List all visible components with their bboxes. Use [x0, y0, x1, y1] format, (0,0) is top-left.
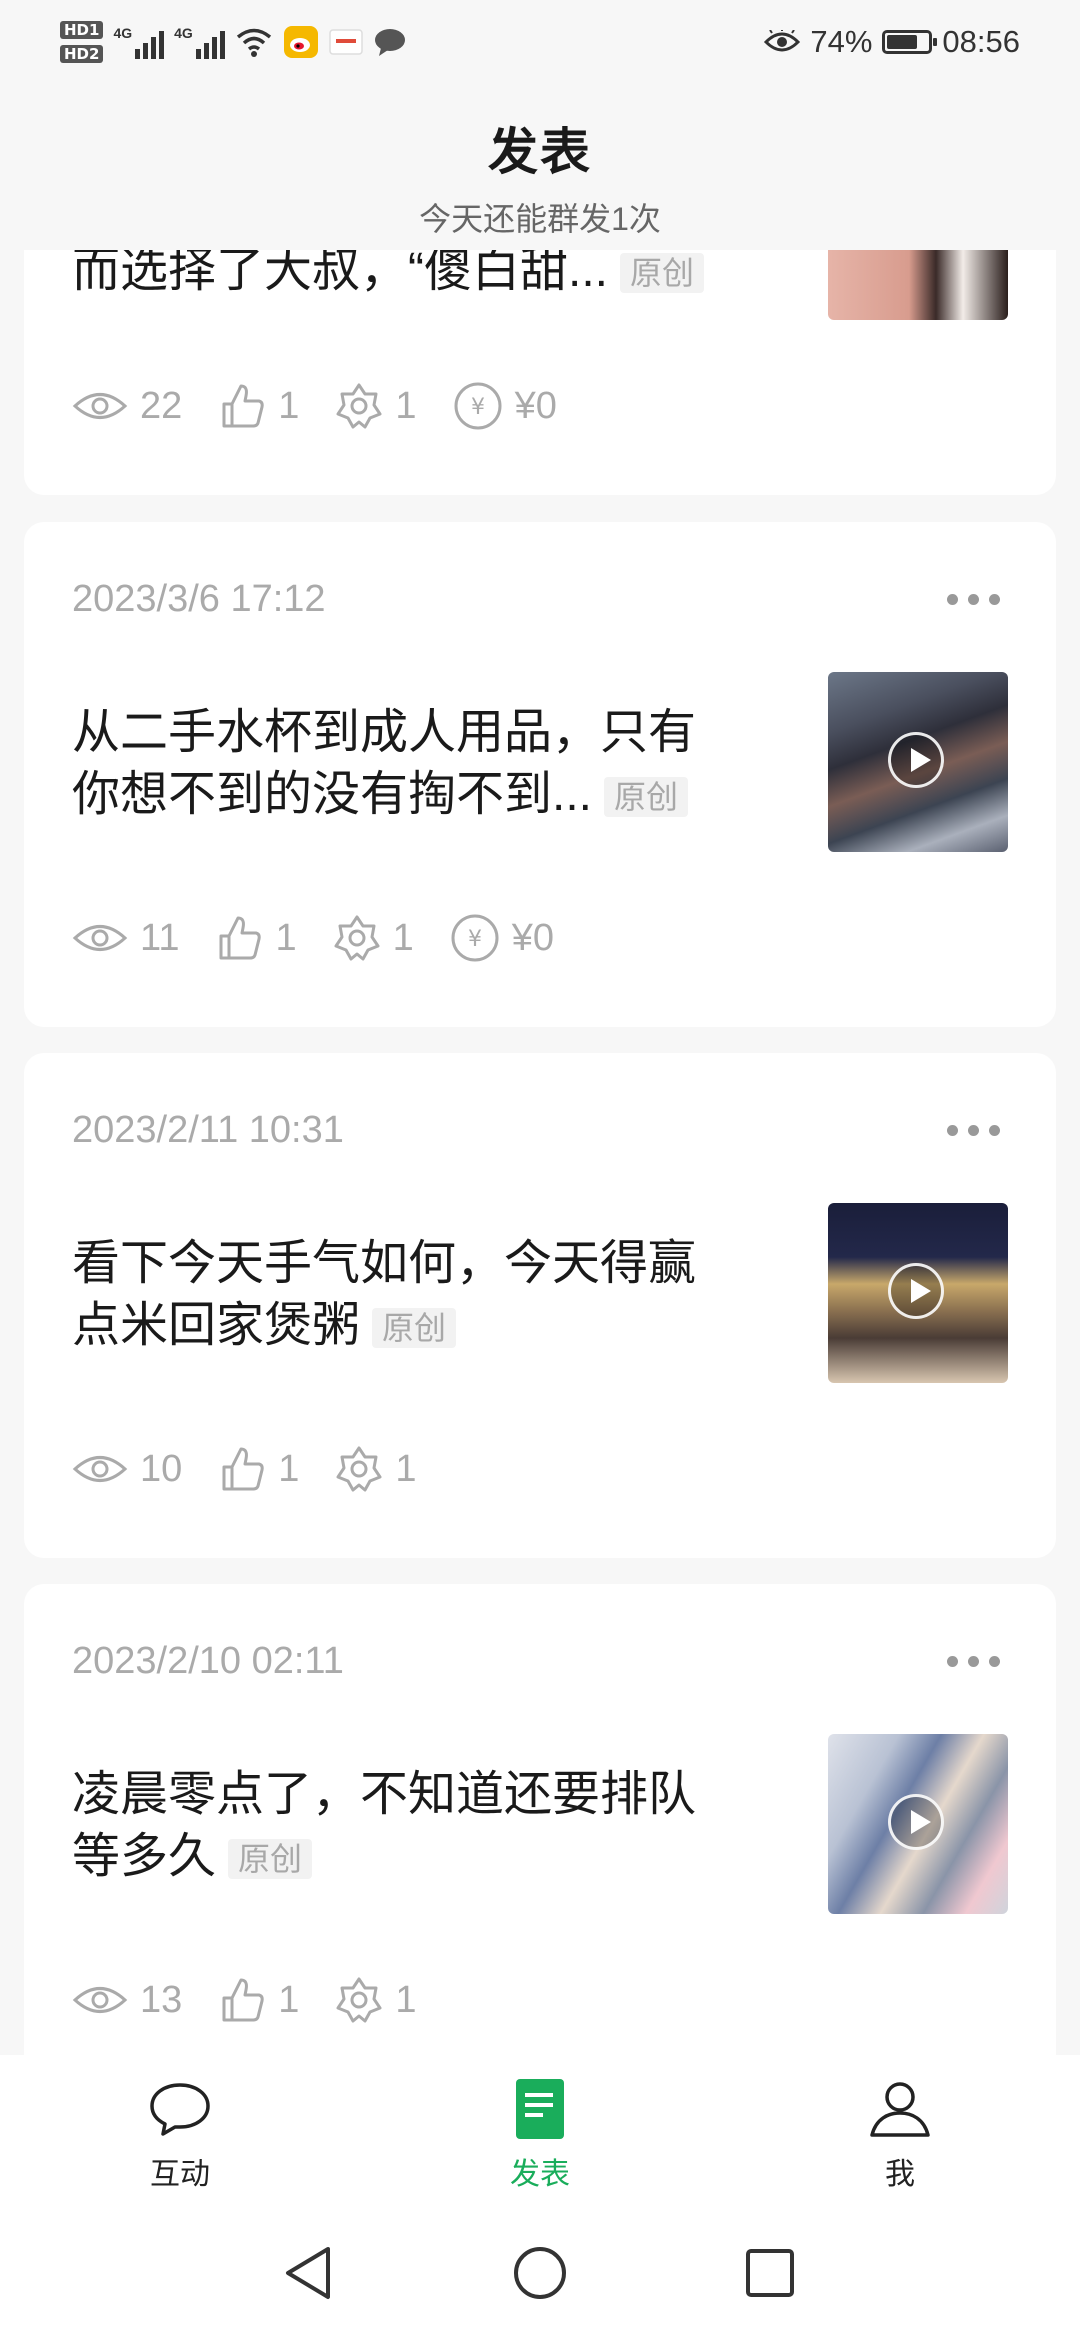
shares-count: 1: [395, 1447, 417, 1490]
tab-publish[interactable]: 发表: [440, 2079, 640, 2193]
play-icon: [888, 732, 944, 788]
yuan-coin-icon: ¥: [451, 914, 499, 962]
clock: 08:56: [942, 24, 1020, 59]
views-count: 11: [140, 916, 180, 959]
home-icon[interactable]: [512, 2245, 568, 2301]
system-navigation-bar: [0, 2205, 1080, 2340]
likes-count: 1: [278, 1447, 300, 1490]
article-title[interactable]: 从二手水杯到成人用品，只有 你想不到的没有掏不到... 原创: [72, 702, 762, 826]
video-thumbnail[interactable]: [828, 1203, 1008, 1383]
article-stats: 10 1 1: [72, 1439, 453, 1499]
recents-icon[interactable]: [744, 2245, 796, 2301]
status-bar: HD1 HD2 4G 4G 74% 08:56: [0, 0, 1080, 84]
original-tag: 原创: [604, 777, 689, 818]
views-count: 22: [140, 384, 183, 427]
svg-text:¥: ¥: [468, 927, 482, 952]
video-thumbnail[interactable]: [828, 1734, 1008, 1914]
share-star-icon: [334, 915, 380, 961]
chat-bubble-icon: [150, 2083, 210, 2136]
hd-badges: HD1 HD2: [60, 21, 104, 63]
person-icon: [870, 2082, 930, 2137]
article-stats: 22 1 1 ¥ ¥0: [72, 376, 593, 436]
bottom-tab-bar: 互动 发表 我: [0, 2055, 1080, 2205]
back-icon[interactable]: [282, 2245, 334, 2301]
share-star-icon: [336, 383, 382, 429]
likes-count: 1: [278, 384, 300, 427]
svg-text:¥: ¥: [471, 395, 485, 420]
share-star-icon: [336, 1977, 382, 2023]
tab-interaction[interactable]: 互动: [80, 2079, 280, 2193]
play-icon: [888, 1794, 944, 1850]
thumbs-up-icon: [222, 384, 264, 428]
tab-label: 发表: [510, 2158, 570, 2191]
publish-date: 2023/2/10 02:11: [72, 1640, 344, 1682]
play-icon: [888, 1263, 944, 1319]
article-card[interactable]: 2023/3/6 17:12 从二手水杯到成人用品，只有 你想不到的没有掏不到.…: [24, 522, 1056, 1027]
article-stats: 11 1 1 ¥ ¥0: [72, 908, 590, 968]
view-eye-icon: [72, 1456, 128, 1482]
shares-count: 1: [395, 1978, 417, 2021]
battery-percent: 74%: [810, 24, 873, 59]
weibo-icon: [283, 26, 318, 58]
article-stats: 13 1 1: [72, 1970, 453, 2030]
more-options-button[interactable]: [947, 1656, 1000, 1667]
likes-count: 1: [278, 1978, 300, 2021]
view-eye-icon: [72, 1987, 128, 2013]
view-eye-icon: [72, 393, 128, 419]
tab-label: 我: [885, 2158, 915, 2191]
shares-count: 1: [395, 384, 417, 427]
original-tag: 原创: [372, 1308, 457, 1349]
views-count: 13: [140, 1978, 183, 2021]
reward-amount: ¥0: [511, 916, 555, 959]
page-title: 发表: [488, 124, 592, 180]
tab-label: 互动: [150, 2158, 210, 2191]
likes-count: 1: [275, 916, 297, 959]
article-card[interactable]: 2023/2/10 02:11 凌晨零点了，不知道还要排队 等多久 原创 13 1…: [24, 1584, 1056, 2089]
share-star-icon: [336, 1446, 382, 1492]
document-icon: [516, 2079, 564, 2139]
wifi-icon: [236, 28, 271, 57]
thumbs-up-icon: [219, 916, 262, 960]
thumbs-up-icon: [222, 1447, 264, 1491]
page-subtitle: 今天还能群发1次: [419, 201, 661, 237]
video-thumbnail[interactable]: [828, 672, 1008, 852]
more-options-button[interactable]: [947, 594, 1000, 605]
hd1-badge: HD1: [60, 21, 104, 39]
article-card[interactable]: 2023/2/11 10:31 看下今天手气如何，今天得赢 点米回家煲粥 原创 1…: [24, 1053, 1056, 1558]
article-title[interactable]: 凌晨零点了，不知道还要排队 等多久 原创: [72, 1764, 762, 1888]
thumbs-up-icon: [222, 1978, 264, 2022]
page-header: 发表 今天还能群发1次: [0, 84, 1080, 250]
publish-date: 2023/2/11 10:31: [72, 1109, 344, 1151]
tab-me[interactable]: 我: [800, 2079, 1000, 2193]
views-count: 10: [140, 1447, 183, 1490]
eye-comfort-icon: [764, 30, 801, 52]
publish-date: 2023/3/6 17:12: [72, 578, 326, 620]
app-notification-icon: [329, 29, 363, 55]
more-options-button[interactable]: [947, 1125, 1000, 1136]
signal-icon-2: 4G: [174, 25, 225, 59]
signal-icon: 4G: [113, 25, 165, 59]
original-tag: 原创: [228, 1839, 313, 1880]
original-tag: 原创: [620, 253, 705, 294]
message-icon: [374, 29, 405, 56]
yuan-coin-icon: ¥: [454, 382, 502, 430]
shares-count: 1: [392, 916, 414, 959]
hd2-badge: HD2: [60, 45, 104, 63]
battery-icon: [882, 30, 938, 54]
article-title[interactable]: 看下今天手气如何，今天得赢 点米回家煲粥 原创: [72, 1233, 762, 1357]
reward-amount: ¥0: [514, 384, 557, 427]
view-eye-icon: [72, 925, 128, 951]
